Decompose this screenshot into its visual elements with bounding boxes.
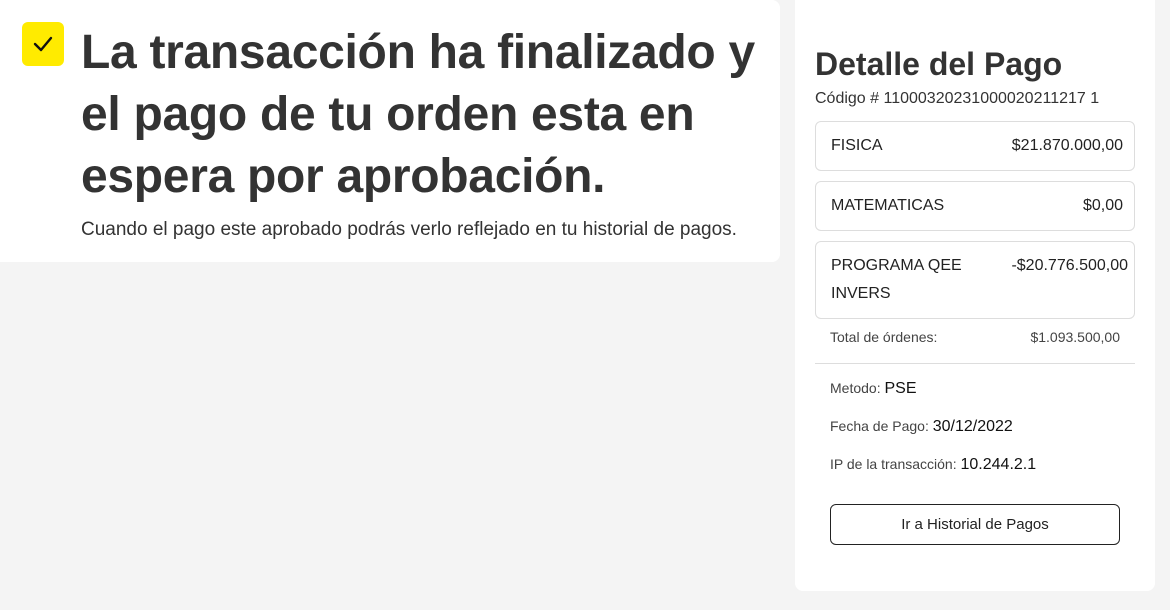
orders-total-value: $1.093.500,00 (1030, 329, 1120, 345)
payment-code: Código # 11000320231000020211217 1 (815, 90, 1100, 107)
transaction-ip-value: 10.244.2.1 (960, 456, 1037, 473)
payment-date-value: 30/12/2022 (932, 418, 1013, 435)
order-item-amount: $0,00 (1082, 197, 1123, 214)
order-item-name: MATEMATICAS (831, 197, 945, 214)
payment-detail-title: Detalle del Pago (815, 46, 1063, 82)
order-item: MATEMATICAS $0,00 (815, 181, 1135, 231)
check-icon (22, 22, 64, 66)
order-item-name: FISICA (831, 137, 883, 154)
order-item-name: PROGRAMA QEE INVERS (831, 257, 962, 302)
payment-method-label: Metodo: (830, 380, 881, 396)
payment-method-value: PSE (884, 380, 917, 397)
orders-total: Total de órdenes: $1.093.500,00 (830, 327, 1120, 347)
divider (815, 363, 1135, 364)
transaction-ip: IP de la transacción: 10.244.2.1 (830, 454, 1036, 475)
payment-date: Fecha de Pago: 30/12/2022 (830, 416, 1013, 437)
order-item-amount: -$20.776.500,00 (1011, 257, 1128, 274)
confirmation-headline: La transacción ha finalizado y el pago d… (81, 26, 755, 203)
order-item: FISICA $21.870.000,00 (815, 121, 1135, 171)
payment-method: Metodo: PSE (830, 378, 917, 399)
order-item-amount: $21.870.000,00 (1011, 137, 1123, 154)
payment-detail-panel: Detalle del Pago Código # 11000320231000… (795, 0, 1155, 591)
payment-history-button[interactable]: Ir a Historial de Pagos (830, 504, 1120, 545)
confirmation-card: La transacción ha finalizado y el pago d… (0, 0, 780, 262)
payment-date-label: Fecha de Pago: (830, 418, 929, 434)
transaction-ip-label: IP de la transacción: (830, 456, 957, 472)
orders-total-label: Total de órdenes: (830, 329, 938, 345)
confirmation-subtext: Cuando el pago este aprobado podrás verl… (81, 219, 737, 240)
order-item: PROGRAMA QEE INVERS -$20.776.500,00 (815, 241, 1135, 319)
